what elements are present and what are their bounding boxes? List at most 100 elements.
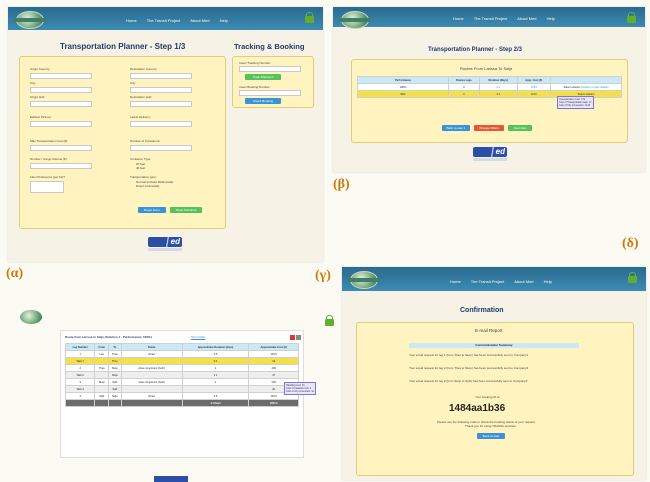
change-filters-button[interactable]: Change Filters <box>474 125 504 131</box>
transit-logo-icon-2[interactable] <box>339 11 371 29</box>
max-cost-input[interactable] <box>30 145 92 151</box>
top-navigation-bar: Home The Transit Project About Med Help <box>8 7 323 30</box>
nav-help-4[interactable]: Help <box>544 279 552 284</box>
step2-title: Transportation Planner - Step 2/3 <box>428 47 523 53</box>
screenshot-solution: Route from Larissa to Selje (Solution 1 … <box>8 290 338 482</box>
page-title: Transportation Planner - Step 1/3 <box>60 42 186 51</box>
nav-help[interactable]: Help <box>220 18 228 23</box>
top-navigation-bar-4: Home The Transit Project About Med Help <box>342 267 646 291</box>
routes-table: Performance Routes Legs Duration (Days) … <box>357 76 622 98</box>
container-type-label: Container Type: <box>130 157 152 161</box>
fleet-label: Fleet Preference (per lot)? <box>30 175 66 179</box>
pickup-date-input[interactable] <box>30 121 92 127</box>
routes-title: Routes From Larissa To Selje <box>460 66 513 71</box>
screenshot-confirmation: Home The Transit Project About Med Help … <box>342 267 646 480</box>
nav-about-4[interactable]: About Med <box>514 279 533 284</box>
panel-label-gamma: (γ) <box>315 268 331 283</box>
transit-logo-icon[interactable] <box>14 11 46 29</box>
lock-icon[interactable] <box>305 12 314 23</box>
solution-card: Route from Larissa to Selje (Solution 1 … <box>60 330 304 458</box>
transport-type-label: Transportation type: <box>130 175 157 179</box>
show-solutions-button[interactable]: Show Solutions <box>170 207 202 213</box>
cargo-volume-input[interactable] <box>30 163 92 169</box>
nav-transit-project-2[interactable]: The Transit Project <box>474 16 508 21</box>
email-report-panel: E-mail Report Communication Summary Your… <box>356 322 634 476</box>
delivery-label: Latest Delivery: <box>130 115 151 119</box>
reset-form-button[interactable]: Reset Form <box>138 207 166 213</box>
route-row[interactable]: 100% 3 4.1 1054 Select solution Solution… <box>357 83 622 91</box>
main-nav-2: Home The Transit Project About Med Help <box>453 16 564 21</box>
transit-logo-icon-3[interactable] <box>20 310 42 324</box>
pickup-label: Earliest Pick-up: <box>30 115 52 119</box>
table-row: Wait 1 Thes 0.1 13 <box>64 357 299 365</box>
nav-home[interactable]: Home <box>126 18 137 23</box>
dest-city-select[interactable] <box>130 87 192 93</box>
max-cost-label: Max Transportation Cost (€): <box>30 139 69 143</box>
cargo-volume-label: Number / Cargo Volume (€): <box>30 157 68 161</box>
view-details-link[interactable]: Solution 1 (view details) <box>581 86 608 89</box>
handling-tooltip: Handling cost: 13 Cost of transition hub:… <box>284 382 316 395</box>
main-nav-4: Home The Transit Project About Med Help <box>450 279 561 284</box>
transport-option-direct[interactable]: Direct (Unimodal) <box>136 184 159 188</box>
nav-transit-project[interactable]: The Transit Project <box>147 18 181 23</box>
dest-country-select[interactable] <box>130 73 192 79</box>
origin-country-label: Origin Country: <box>30 67 51 71</box>
med-logo-3 <box>154 476 188 482</box>
containers-select[interactable] <box>130 145 192 151</box>
select-solution-link[interactable]: Select solution <box>563 86 580 89</box>
med-logo-2: ed <box>473 147 507 163</box>
col-legs: Routes Legs <box>448 76 480 84</box>
nav-transit-project-4[interactable]: The Transit Project <box>471 279 505 284</box>
next-step-button[interactable]: Next step <box>508 125 532 131</box>
transit-logo-icon-4[interactable] <box>348 271 380 289</box>
col-cost: Appr. Cost (€) <box>516 76 552 84</box>
main-nav: Home The Transit Project About Med Help <box>126 18 237 23</box>
booking-number-input[interactable] <box>239 90 301 96</box>
tracking-number-input[interactable] <box>239 66 301 72</box>
nav-help-2[interactable]: Help <box>547 16 555 21</box>
container-option-40[interactable]: 40 feet <box>136 166 145 170</box>
confirmation-title: Confirmation <box>460 307 504 314</box>
fleet-select[interactable] <box>30 181 64 193</box>
lock-icon-4[interactable] <box>628 272 637 283</box>
table-row: 2 Thes Skop Area component (both) 1 403 <box>64 364 299 372</box>
nav-about[interactable]: About Med <box>190 18 209 23</box>
dest-country-label: Destination Country: <box>130 67 158 71</box>
back-step1-button[interactable]: Back to step 1 <box>442 125 470 131</box>
booking-note-2: Thank you for using TRANSit services. <box>465 424 517 428</box>
summary-line-1: Your email request for leg 1 (from Thes … <box>409 353 529 357</box>
table-row: 4 Split Selje Road 0.5 110.5 <box>64 392 299 400</box>
screenshot-step2: Home The Transit Project About Med Help … <box>333 7 645 172</box>
panel-label-alpha: (α) <box>6 266 24 281</box>
solution-table: Leg Number From To Route Approximate Dur… <box>64 343 299 407</box>
nav-home-4[interactable]: Home <box>450 279 461 284</box>
booking-id-label: Your booking ID is: <box>475 395 501 399</box>
col-duration: Duration (Days) <box>478 76 518 84</box>
summary-header: Communication Summary <box>409 343 579 348</box>
totals-row: 4.1 Days 1054 € <box>64 399 299 407</box>
lock-icon-3[interactable] <box>325 315 334 326</box>
back-at-start-button[interactable]: Back at start <box>477 433 505 439</box>
check-booking-button[interactable]: Check Booking <box>245 98 281 104</box>
show-map-link[interactable]: Show Map <box>191 335 205 339</box>
summary-line-3: Your email request for leg 2 (from Skop … <box>409 379 528 383</box>
booking-number-label: Insert Booking Number: <box>239 85 271 89</box>
col-performance: Performance <box>357 76 449 84</box>
col-action <box>550 76 622 84</box>
panel-label-delta: (δ) <box>622 236 639 251</box>
delivery-date-input[interactable] <box>130 121 192 127</box>
dest-hub-label: Destination Hub: <box>130 95 153 99</box>
booking-id: 1484aa1b36 <box>449 403 506 414</box>
lock-icon-2[interactable] <box>627 12 636 23</box>
close-icon[interactable] <box>296 335 301 340</box>
nav-about-2[interactable]: About Med <box>517 16 536 21</box>
nav-home-2[interactable]: Home <box>453 16 464 21</box>
origin-hub-select[interactable] <box>30 101 92 107</box>
origin-country-select[interactable] <box>30 73 92 79</box>
dest-hub-select[interactable] <box>130 101 192 107</box>
table-row: Wait 3 Split 20 <box>64 385 299 393</box>
track-shipment-button[interactable]: Track Shipment <box>245 74 281 80</box>
origin-hub-label: Origin Hub: <box>30 95 46 99</box>
origin-city-select[interactable] <box>30 87 92 93</box>
pdf-icon[interactable] <box>290 335 295 340</box>
